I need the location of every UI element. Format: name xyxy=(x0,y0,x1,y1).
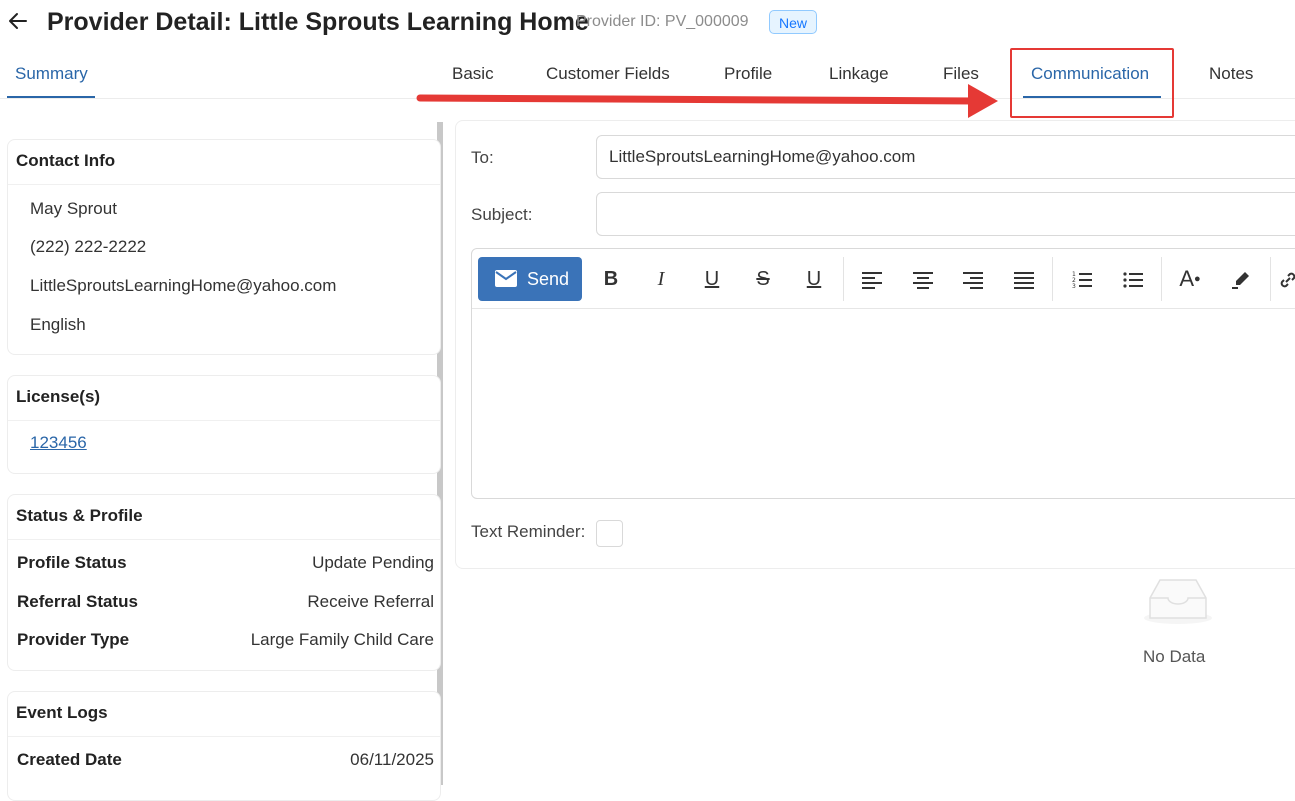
bold-icon[interactable]: B xyxy=(593,261,629,297)
licenses-title: License(s) xyxy=(8,376,440,421)
highlight-icon[interactable] xyxy=(1223,261,1259,297)
font-color-icon[interactable]: A● xyxy=(1172,261,1208,297)
toolbar-separator xyxy=(1270,257,1271,301)
send-button-label: Send xyxy=(527,269,570,289)
contact-info-card: Contact Info May Sprout (222) 222-2222 L… xyxy=(7,139,441,355)
profile-status-label: Profile Status xyxy=(17,553,127,572)
toolbar-separator xyxy=(1161,257,1162,301)
mail-icon xyxy=(495,270,517,292)
svg-text:3: 3 xyxy=(1072,283,1076,289)
contact-info-title: Contact Info xyxy=(8,140,440,185)
ordered-list-icon[interactable]: 123 xyxy=(1064,261,1100,297)
text-reminder-checkbox[interactable] xyxy=(596,520,623,547)
license-link[interactable]: 123456 xyxy=(30,433,87,453)
created-date-value: 06/11/2025 xyxy=(350,750,434,769)
empty-inbox-icon xyxy=(1136,574,1220,631)
to-input[interactable]: LittleSproutsLearningHome@yahoo.com xyxy=(596,135,1295,179)
text-reminder-label: Text Reminder: xyxy=(471,522,586,541)
toolbar-separator xyxy=(843,257,844,301)
provider-type-value: Large Family Child Care xyxy=(250,630,434,649)
empty-state-text: No Data xyxy=(1143,647,1206,666)
referral-status-value: Receive Referral xyxy=(307,592,434,611)
underline-alt-icon[interactable]: U xyxy=(796,261,832,297)
subject-label: Subject: xyxy=(471,205,533,224)
contact-language: English xyxy=(30,315,86,334)
align-justify-icon[interactable] xyxy=(1006,261,1042,297)
created-date-label: Created Date xyxy=(17,750,122,769)
to-label: To: xyxy=(471,148,494,167)
underline-icon[interactable]: U xyxy=(694,261,730,297)
status-profile-card: Status & Profile Profile Status Update P… xyxy=(7,494,441,671)
contact-phone: (222) 222-2222 xyxy=(30,237,147,256)
subject-input[interactable] xyxy=(596,192,1295,236)
annotation-highlight-box xyxy=(1010,48,1174,118)
licenses-card: License(s) 123456 xyxy=(7,375,441,474)
referral-status-label: Referral Status xyxy=(17,592,138,611)
profile-status-value: Update Pending xyxy=(312,553,434,572)
align-left-icon[interactable] xyxy=(854,261,890,297)
toolbar-separator xyxy=(1052,257,1053,301)
contact-name: May Sprout xyxy=(30,199,117,218)
status-profile-title: Status & Profile xyxy=(8,495,440,540)
align-right-icon[interactable] xyxy=(955,261,991,297)
strikethrough-icon[interactable]: S xyxy=(745,261,781,297)
contact-email: LittleSproutsLearningHome@yahoo.com xyxy=(30,276,337,295)
toolbar-divider xyxy=(472,308,1295,309)
event-logs-title: Event Logs xyxy=(8,692,440,737)
provider-type-label: Provider Type xyxy=(17,630,130,649)
align-center-icon[interactable] xyxy=(905,261,941,297)
send-button[interactable]: Send xyxy=(478,257,582,301)
italic-icon[interactable]: I xyxy=(643,261,679,297)
link-icon[interactable] xyxy=(1278,261,1295,297)
bullet-list-icon[interactable] xyxy=(1115,261,1151,297)
